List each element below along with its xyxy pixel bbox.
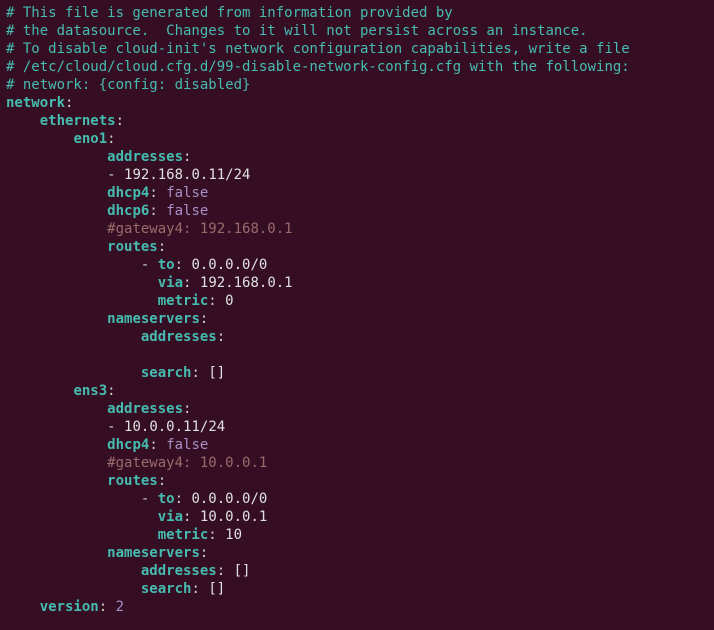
yaml-key-via: via [158,509,183,525]
yaml-key-to: to [158,491,175,507]
yaml-key-metric: metric [158,293,209,309]
colon: : [65,95,73,111]
yaml-key-addresses: addresses [141,563,217,579]
yaml-value-metric: 0 [225,293,233,309]
dash: - [141,257,158,273]
yaml-key-ethernets: ethernets [40,113,116,129]
colon: : [99,599,107,615]
yaml-key-addresses: addresses [141,329,217,345]
yaml-value-address: 192.168.0.11/24 [124,167,250,183]
yaml-key-ens3: ens3 [73,383,107,399]
colon: : [149,437,157,453]
yaml-value-false: false [166,185,208,201]
colon: : [183,509,191,525]
yaml-value-address: 10.0.0.11/24 [124,419,225,435]
yaml-key-search: search [141,581,192,597]
colon: : [158,473,166,489]
colon: : [217,329,225,345]
colon: : [107,383,115,399]
comment-line: # network: {config: disabled} [6,77,250,93]
yaml-key-network: network [6,95,65,111]
yaml-key-dhcp4: dhcp4 [107,437,149,453]
dash: - [141,491,158,507]
colon: : [200,545,208,561]
colon: : [208,293,216,309]
comment-line: # /etc/cloud/cloud.cfg.d/99-disable-netw… [6,59,630,75]
colon: : [149,203,157,219]
colon: : [158,239,166,255]
colon: : [175,491,183,507]
yaml-key-routes: routes [107,473,158,489]
colon: : [217,563,225,579]
yaml-key-nameservers: nameservers [107,545,200,561]
comment-line: # This file is generated from informatio… [6,5,453,21]
yaml-key-nameservers: nameservers [107,311,200,327]
yaml-value-emptylist: [] [208,581,225,597]
yaml-key-search: search [141,365,192,381]
colon: : [183,275,191,291]
colon: : [107,131,115,147]
yaml-value-version: 2 [116,599,124,615]
yaml-value-false: false [166,437,208,453]
dash: - [107,419,115,435]
yaml-value-false: false [166,203,208,219]
yaml-key-to: to [158,257,175,273]
yaml-key-dhcp6: dhcp6 [107,203,149,219]
colon: : [175,257,183,273]
yaml-value-emptylist: [] [234,563,251,579]
dash: - [107,167,115,183]
yaml-value-emptylist: [] [208,365,225,381]
yaml-key-dhcp4: dhcp4 [107,185,149,201]
yaml-key-routes: routes [107,239,158,255]
yaml-commented-gateway: #gateway4: 10.0.0.1 [107,455,267,471]
colon: : [208,527,216,543]
yaml-value-via: 10.0.0.1 [200,509,267,525]
colon: : [200,311,208,327]
yaml-key-addresses: addresses [107,401,183,417]
yaml-key-version: version [40,599,99,615]
yaml-key-addresses: addresses [107,149,183,165]
yaml-value-metric: 10 [225,527,242,543]
yaml-value-to: 0.0.0.0/0 [191,257,267,273]
colon: : [191,581,199,597]
colon: : [183,149,191,165]
yaml-key-eno1: eno1 [73,131,107,147]
colon: : [191,365,199,381]
colon: : [116,113,124,129]
comment-line: # To disable cloud-init's network config… [6,41,630,57]
colon: : [183,401,191,417]
yaml-key-via: via [158,275,183,291]
terminal-config-view: # This file is generated from informatio… [0,0,714,620]
colon: : [149,185,157,201]
yaml-commented-gateway: #gateway4: 192.168.0.1 [107,221,292,237]
comment-line: # the datasource. Changes to it will not… [6,23,588,39]
yaml-key-metric: metric [158,527,209,543]
yaml-value-to: 0.0.0.0/0 [191,491,267,507]
yaml-value-via: 192.168.0.1 [200,275,293,291]
